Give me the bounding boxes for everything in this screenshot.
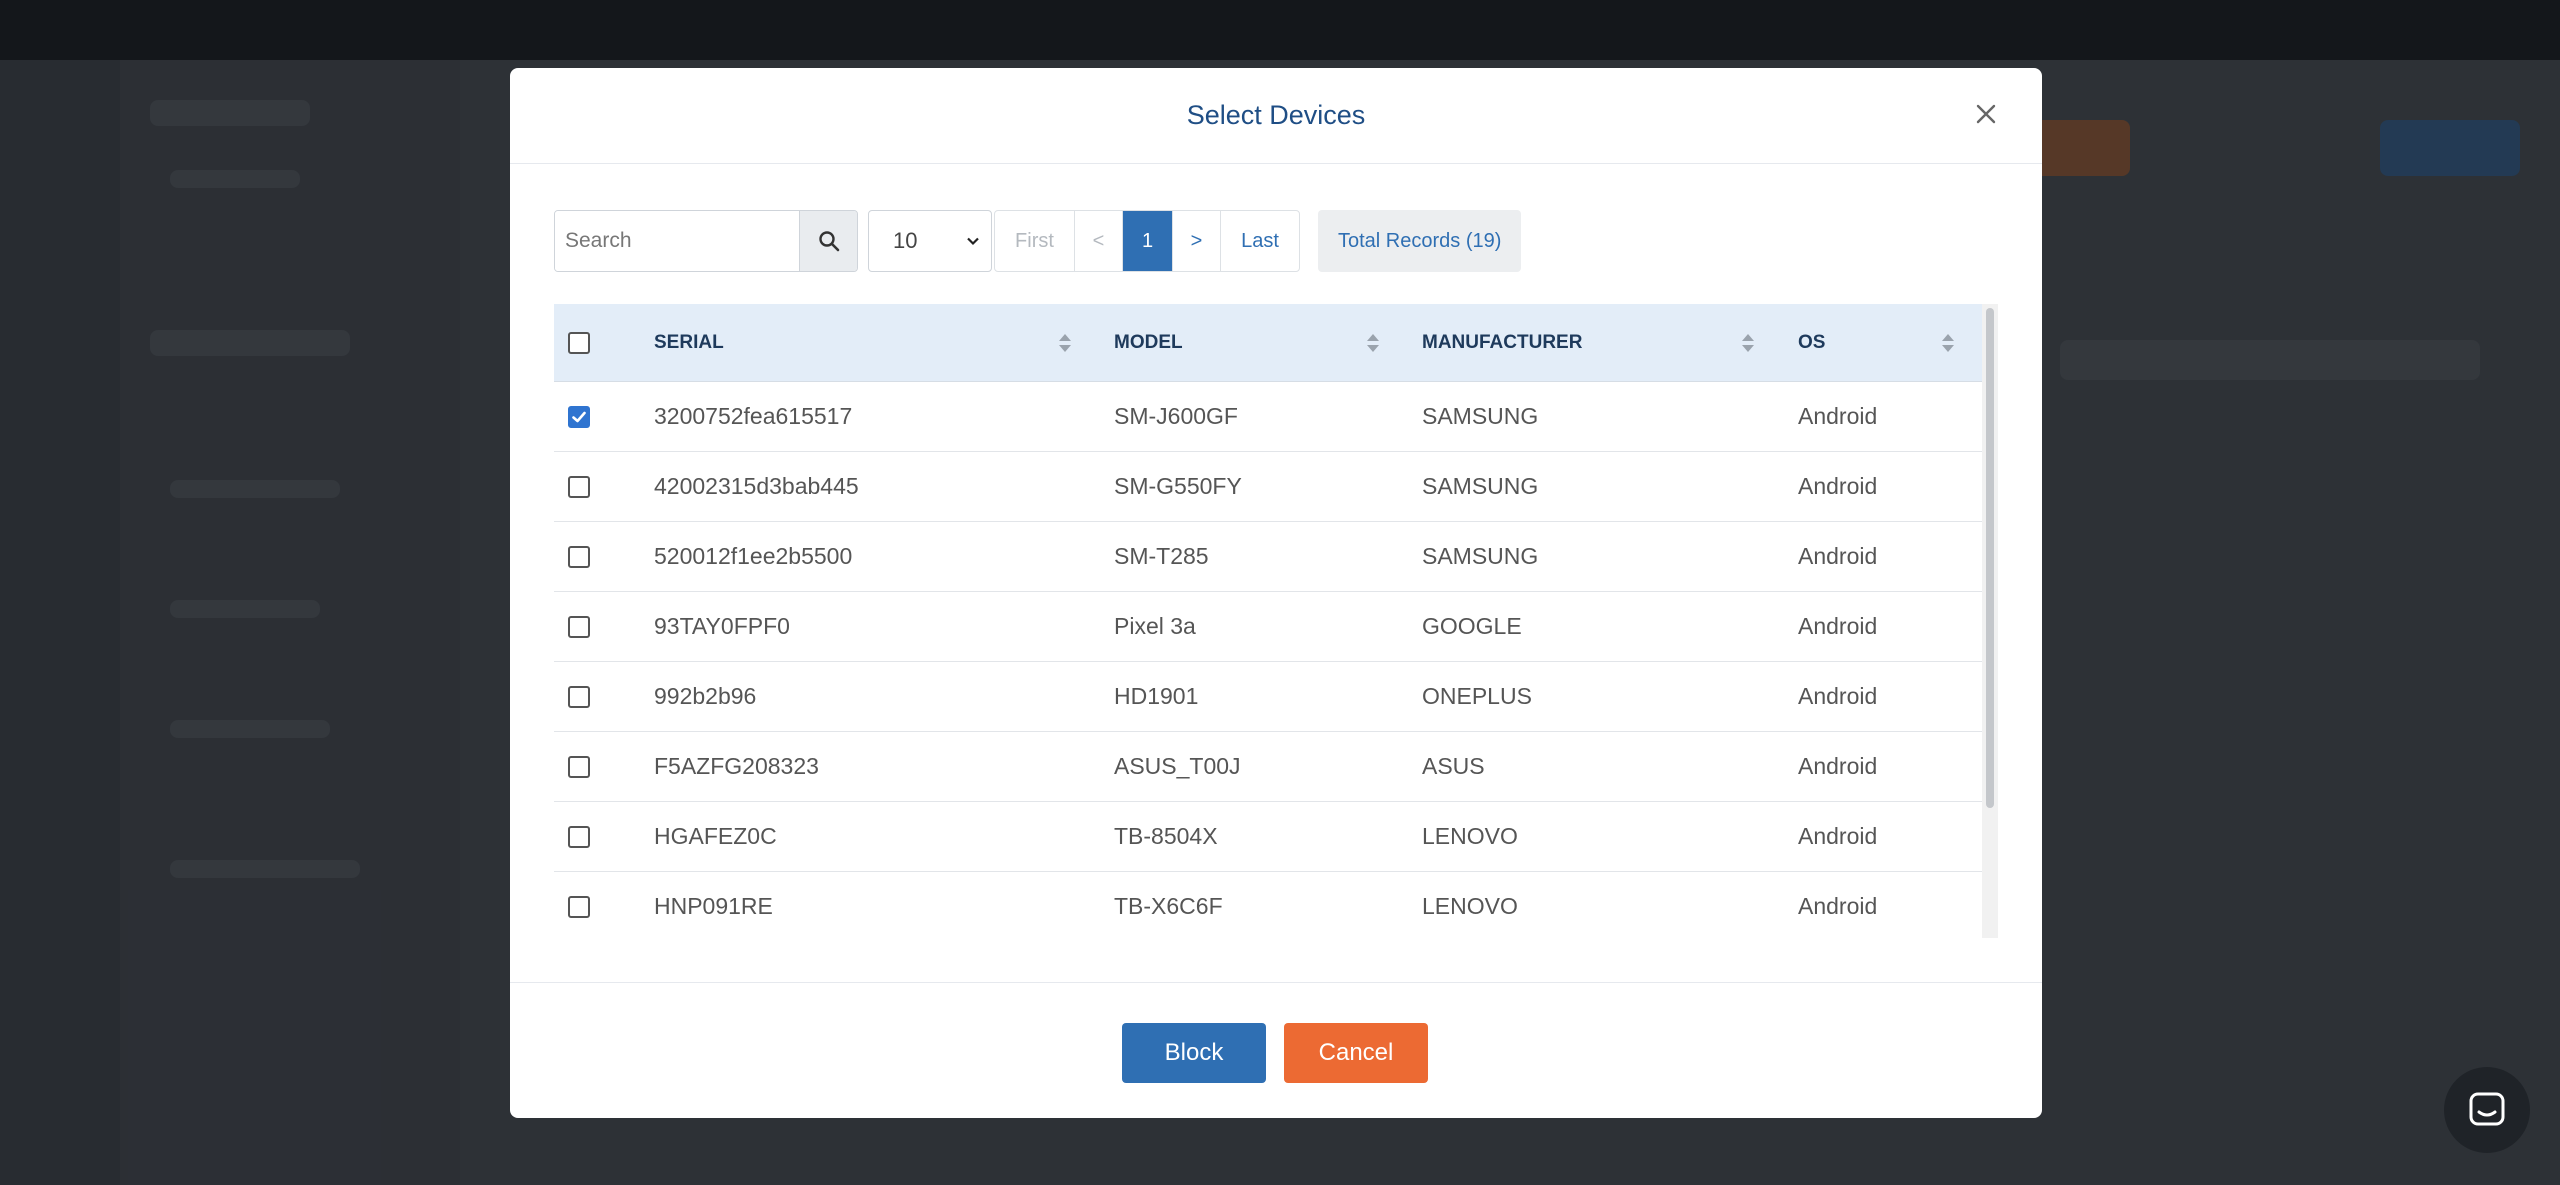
total-records-label: Total Records <box>1338 229 1461 252</box>
row-checkbox[interactable] <box>568 616 590 638</box>
table-toolbar: 10 First < 1 > Last Total Records (19) <box>554 210 1522 272</box>
column-header-manufacturer[interactable]: MANUFACTURER <box>1422 304 1752 382</box>
page-size-select[interactable]: 10 <box>868 210 992 272</box>
cell-os: Android <box>1798 753 1878 779</box>
cell-serial: F5AZFG208323 <box>654 753 819 779</box>
sort-icon[interactable] <box>1740 332 1756 354</box>
total-records-count: (19) <box>1465 229 1502 252</box>
column-label: MANUFACTURER <box>1422 332 1583 353</box>
modal-title: Select Devices <box>1186 100 1366 130</box>
cell-model: SM-J600GF <box>1114 403 1238 429</box>
cell-model: HD1901 <box>1114 683 1199 709</box>
select-devices-modal: Select Devices 10 First < 1 <box>510 68 2042 1118</box>
cell-os: Android <box>1798 613 1878 639</box>
close-icon <box>1976 104 1996 124</box>
cell-os: Android <box>1798 823 1878 849</box>
search-group <box>554 210 858 272</box>
column-header-os[interactable]: OS <box>1798 304 1928 382</box>
cell-os: Android <box>1798 473 1878 499</box>
table-row[interactable]: 3200752fea615517 SM-J600GF SAMSUNG Android <box>554 382 1982 452</box>
row-checkbox[interactable] <box>568 756 590 778</box>
chevron-down-icon <box>967 237 979 246</box>
block-button[interactable]: Block <box>1122 1023 1266 1083</box>
column-label: OS <box>1798 332 1826 353</box>
cell-manufacturer: GOOGLE <box>1422 613 1522 639</box>
column-header-serial[interactable]: SERIAL <box>654 304 1074 382</box>
total-records-badge: Total Records (19) <box>1318 210 1522 272</box>
pagination-prev[interactable]: < <box>1075 211 1123 271</box>
cell-serial: 42002315d3bab445 <box>654 473 859 499</box>
table-row[interactable]: 93TAY0FPF0 Pixel 3a GOOGLE Android <box>554 592 1982 662</box>
scrollbar-thumb[interactable] <box>1986 308 1994 808</box>
cell-serial: HNP091RE <box>654 893 773 919</box>
page-size-value: 10 <box>893 228 918 253</box>
table-row[interactable]: HNP091RE TB-X6C6F LENOVO Android <box>554 872 1982 938</box>
cell-manufacturer: LENOVO <box>1422 893 1518 919</box>
row-checkbox[interactable] <box>568 476 590 498</box>
cell-os: Android <box>1798 683 1878 709</box>
table-header: SERIAL MODEL MANUFACTURER OS <box>554 304 1982 382</box>
table-row[interactable]: F5AZFG208323 ASUS_T00J ASUS Android <box>554 732 1982 802</box>
column-label: SERIAL <box>654 332 724 353</box>
select-all-checkbox[interactable] <box>568 332 590 354</box>
cell-model: TB-8504X <box>1114 823 1218 849</box>
chat-launcher-button[interactable] <box>2444 1067 2530 1153</box>
cell-os: Android <box>1798 403 1878 429</box>
row-checkbox[interactable] <box>568 546 590 568</box>
cell-os: Android <box>1798 893 1878 919</box>
pagination-next[interactable]: > <box>1173 211 1221 271</box>
cell-manufacturer: SAMSUNG <box>1422 403 1539 429</box>
cell-serial: 992b2b96 <box>654 683 757 709</box>
cell-serial: 3200752fea615517 <box>654 403 853 429</box>
checkmark-icon <box>572 411 586 423</box>
search-icon <box>818 231 839 252</box>
row-checkbox[interactable] <box>568 826 590 848</box>
pagination-last[interactable]: Last <box>1221 211 1299 271</box>
row-checkbox[interactable] <box>568 406 590 428</box>
pagination-first[interactable]: First <box>995 211 1075 271</box>
table-row[interactable]: HGAFEZ0C TB-8504X LENOVO Android <box>554 802 1982 872</box>
row-checkbox[interactable] <box>568 686 590 708</box>
cell-manufacturer: ONEPLUS <box>1422 683 1532 709</box>
cell-manufacturer: SAMSUNG <box>1422 473 1539 499</box>
modal-footer: Block Cancel <box>510 982 2042 1118</box>
table-scrollbar[interactable] <box>1982 304 1998 938</box>
chat-icon <box>2469 1092 2505 1126</box>
cell-serial: 93TAY0FPF0 <box>654 613 790 639</box>
cell-manufacturer: LENOVO <box>1422 823 1518 849</box>
cell-serial: 520012f1ee2b5500 <box>654 543 853 569</box>
cell-model: ASUS_T00J <box>1114 753 1241 779</box>
close-button[interactable] <box>1966 94 2006 134</box>
table-row[interactable]: 520012f1ee2b5500 SM-T285 SAMSUNG Android <box>554 522 1982 592</box>
cell-os: Android <box>1798 543 1878 569</box>
table-row[interactable]: 42002315d3bab445 SM-G550FY SAMSUNG Android <box>554 452 1982 522</box>
sort-icon[interactable] <box>1365 332 1381 354</box>
cancel-button[interactable]: Cancel <box>1284 1023 1428 1083</box>
devices-table: SERIAL MODEL MANUFACTURER OS 3200752fea6… <box>554 304 1998 938</box>
cell-serial: HGAFEZ0C <box>654 823 777 849</box>
column-label: MODEL <box>1114 332 1183 353</box>
search-input[interactable] <box>555 211 799 271</box>
cell-model: TB-X6C6F <box>1114 893 1223 919</box>
pagination-current-page[interactable]: 1 <box>1123 211 1173 271</box>
column-header-model[interactable]: MODEL <box>1114 304 1394 382</box>
pagination: First < 1 > Last <box>994 210 1300 272</box>
cell-model: Pixel 3a <box>1114 613 1196 639</box>
sort-icon[interactable] <box>1057 332 1073 354</box>
cell-model: SM-G550FY <box>1114 473 1242 499</box>
search-button[interactable] <box>799 211 857 271</box>
cell-manufacturer: SAMSUNG <box>1422 543 1539 569</box>
table-row[interactable]: 992b2b96 HD1901 ONEPLUS Android <box>554 662 1982 732</box>
sort-icon[interactable] <box>1940 332 1956 354</box>
cell-model: SM-T285 <box>1114 543 1209 569</box>
modal-header: Select Devices <box>510 68 2042 164</box>
row-checkbox[interactable] <box>568 896 590 918</box>
cell-manufacturer: ASUS <box>1422 753 1485 779</box>
